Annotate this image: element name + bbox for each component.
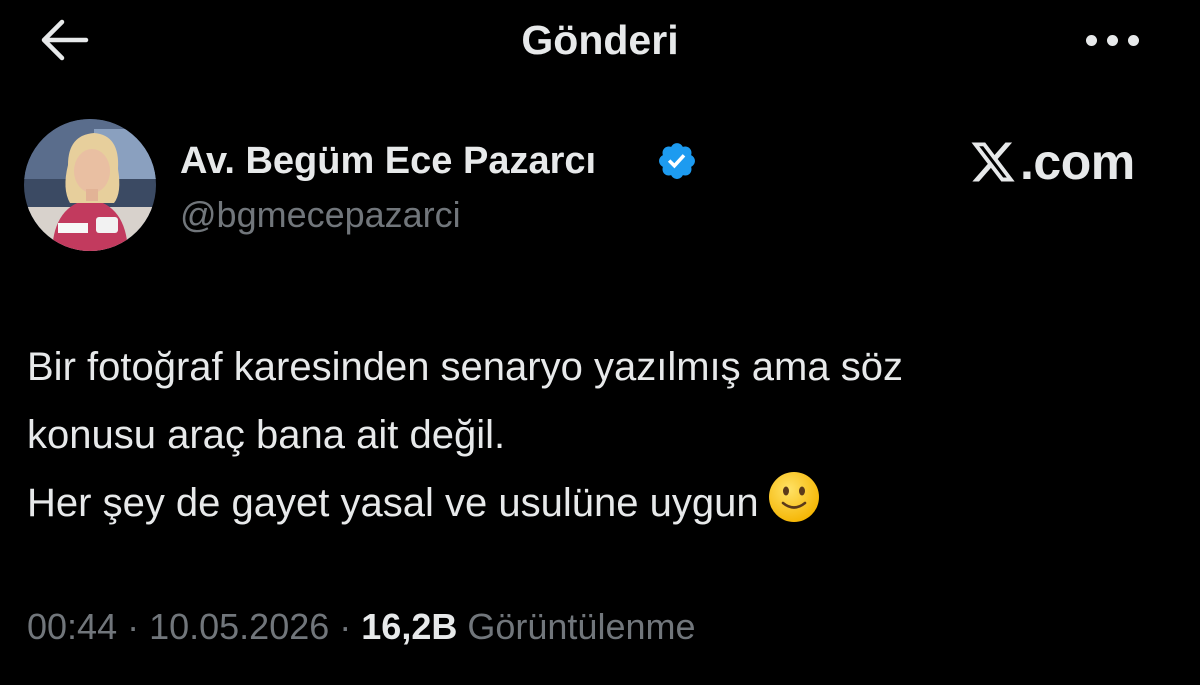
author-handle[interactable]: @bgmecepazarci xyxy=(180,193,461,237)
views-count: 16,2B xyxy=(361,606,458,647)
tweet-time[interactable]: 00:44 xyxy=(27,606,117,647)
avatar[interactable] xyxy=(24,119,156,251)
tweet-meta: 00:44 · 10.05.2026 · 16,2B Görüntülenme xyxy=(27,604,696,650)
tweet-line: Her şey de gayet yasal ve usulüne uygun xyxy=(27,469,1177,537)
separator: · xyxy=(117,606,150,647)
profile-photo xyxy=(24,119,156,251)
tweet-line: Bir fotoğraf karesinden senaryo yazılmış… xyxy=(27,345,903,389)
page-title: Gönderi xyxy=(521,17,679,63)
separator: · xyxy=(329,606,362,647)
tweet-text: Bir fotoğraf karesinden senaryo yazılmış… xyxy=(27,333,1177,537)
slightly-smiling-face-icon xyxy=(768,472,819,522)
x-logo-icon xyxy=(971,142,1015,182)
top-bar: Gönderi xyxy=(0,0,1200,82)
verified-badge-icon xyxy=(659,143,695,179)
views-label[interactable]: Görüntülenme xyxy=(467,606,695,647)
tweet-date[interactable]: 10.05.2026 xyxy=(149,606,329,647)
tweet-line: konusu araç bana ait değil. xyxy=(27,413,506,457)
more-horizontal-icon xyxy=(1086,35,1097,46)
watermark-text: .com xyxy=(1020,134,1135,190)
x-com-watermark: .com xyxy=(968,132,1135,192)
more-options-button[interactable] xyxy=(1082,26,1142,56)
author-display-name[interactable]: Av. Begüm Ece Pazarcı xyxy=(180,139,596,183)
